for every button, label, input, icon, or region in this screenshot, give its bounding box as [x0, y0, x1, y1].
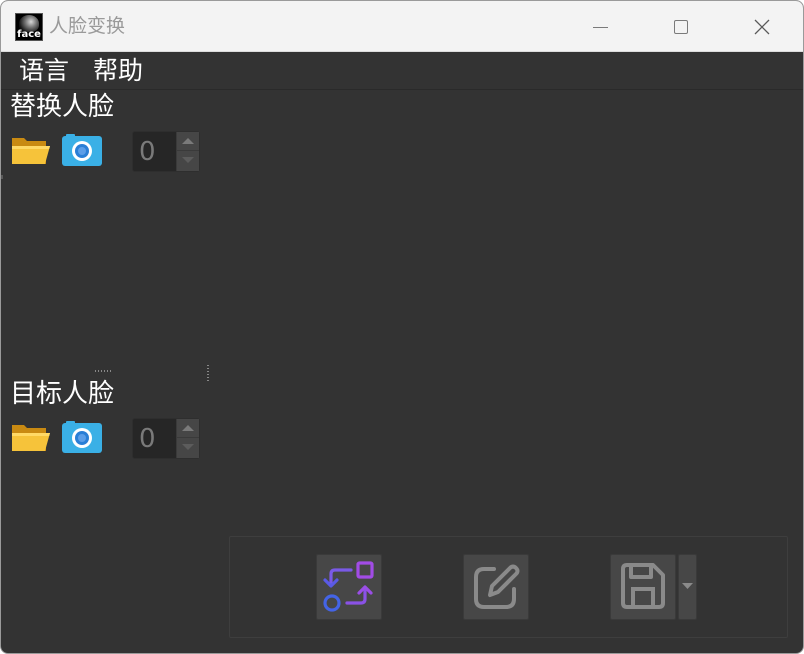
minimize-icon — [593, 27, 608, 28]
splitter-handle-horizontal[interactable] — [95, 370, 113, 372]
spin-down-button[interactable] — [177, 438, 199, 457]
edit-icon — [474, 564, 520, 609]
source-camera-button[interactable] — [61, 132, 103, 170]
panel-edge-marker — [1, 175, 3, 179]
swap-faces-button[interactable] — [316, 554, 382, 620]
target-camera-button[interactable] — [61, 419, 103, 457]
save-options-dropdown[interactable] — [678, 554, 697, 620]
face-app-icon: face — [15, 13, 43, 41]
app-icon-text: face — [17, 29, 41, 40]
source-index-value: 0 — [139, 137, 156, 167]
chevron-down-icon — [682, 583, 693, 589]
camera-icon — [62, 134, 102, 166]
target-face-label: 目标人脸 — [10, 379, 115, 409]
main-window: face 人脸变换 语言 帮助 替换人脸 0 目标人脸 0 — [0, 0, 804, 654]
target-index-value: 0 — [139, 424, 156, 454]
save-button[interactable] — [610, 554, 676, 620]
spin-down-button[interactable] — [177, 151, 199, 170]
source-open-button[interactable] — [10, 132, 52, 170]
folder-open-icon — [12, 138, 50, 164]
source-index-spinbox[interactable]: 0 — [132, 131, 200, 172]
source-face-label: 替换人脸 — [10, 92, 115, 122]
target-open-button[interactable] — [10, 419, 52, 457]
menu-bar: 语言 帮助 — [1, 52, 803, 90]
menu-language[interactable]: 语言 — [19, 56, 69, 86]
folder-open-icon — [12, 425, 50, 451]
window-title: 人脸变换 — [49, 15, 126, 37]
chevron-up-icon — [182, 138, 194, 144]
edit-button[interactable] — [463, 554, 529, 620]
spin-up-button[interactable] — [177, 419, 199, 438]
target-index-spinbox[interactable]: 0 — [132, 418, 200, 459]
close-icon — [754, 19, 770, 35]
splitter-handle-vertical[interactable] — [207, 365, 209, 383]
chevron-down-icon — [182, 157, 194, 163]
title-bar[interactable]: face 人脸变换 — [1, 1, 803, 52]
camera-icon — [62, 421, 102, 453]
maximize-button[interactable] — [653, 1, 709, 52]
minimize-button[interactable] — [573, 1, 629, 52]
spin-up-button[interactable] — [177, 132, 199, 151]
save-icon — [621, 563, 665, 609]
maximize-icon — [674, 20, 688, 34]
close-button[interactable] — [734, 1, 790, 52]
chevron-up-icon — [182, 425, 194, 431]
action-toolbar — [229, 536, 788, 638]
menu-help[interactable]: 帮助 — [93, 56, 143, 86]
swap-icon — [323, 561, 374, 612]
chevron-down-icon — [182, 444, 194, 450]
